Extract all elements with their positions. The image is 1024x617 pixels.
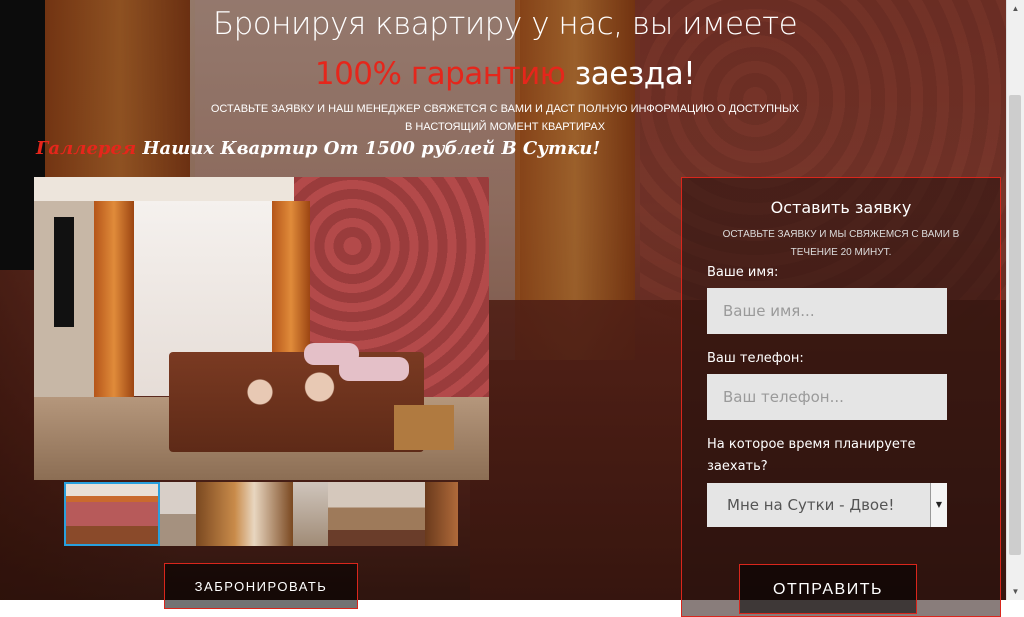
gallery-thumb[interactable]: [160, 482, 196, 546]
gallery-thumb[interactable]: [293, 482, 328, 546]
gallery-title: Галлерея Наших Квартир От 1500 рублей В …: [36, 138, 600, 159]
submit-button[interactable]: ОТПРАВИТЬ: [739, 564, 917, 614]
gallery-thumb[interactable]: [425, 482, 458, 546]
headline-line2: 100% гарантию заезда!: [160, 54, 850, 94]
scrollbar-thumb[interactable]: [1009, 95, 1021, 555]
header-subtext: Оставьте заявку и наш менеджер свяжется …: [210, 103, 800, 133]
phone-label: Ваш телефон:: [707, 351, 804, 366]
gallery-thumb[interactable]: [64, 482, 160, 546]
headline-guarantee: 100% гарантию: [314, 56, 566, 92]
time-label: На которое время планируете заехать?: [707, 437, 916, 474]
phone-input[interactable]: [707, 374, 947, 420]
headline-line1: Бронируя квартиру у нас, вы имеете: [212, 6, 798, 42]
scroll-up-icon[interactable]: ▲: [1007, 0, 1024, 17]
name-input[interactable]: [707, 288, 947, 334]
scroll-down-icon[interactable]: ▼: [1007, 583, 1024, 600]
gallery-thumb[interactable]: [196, 482, 293, 546]
gallery-thumb[interactable]: [328, 482, 425, 546]
chevron-down-icon[interactable]: ▼: [930, 483, 947, 527]
book-button[interactable]: ЗАБРОНИРОВАТЬ: [164, 563, 358, 609]
page-scrollbar[interactable]: ▲ ▼: [1006, 0, 1024, 600]
form-title: Оставить заявку: [770, 198, 912, 217]
gallery-title-word: Галлерея: [36, 138, 137, 159]
time-select[interactable]: Мне на Сутки - Двое! ▼: [707, 483, 947, 527]
headline-arrival: заезда!: [565, 56, 696, 92]
gallery-title-rest: Наших Квартир От 1500 рублей В Сутки!: [136, 138, 601, 159]
name-label: Ваше имя:: [707, 265, 779, 280]
time-select-value: Мне на Сутки - Двое!: [727, 496, 895, 514]
form-subtitle: Оставьте заявку и мы свяжемся с вами в т…: [722, 229, 960, 258]
gallery-thumbnails: [64, 482, 458, 546]
gallery-main-photo[interactable]: [34, 177, 489, 480]
request-form: Оставить заявку Оставьте заявку и мы свя…: [681, 177, 1001, 617]
